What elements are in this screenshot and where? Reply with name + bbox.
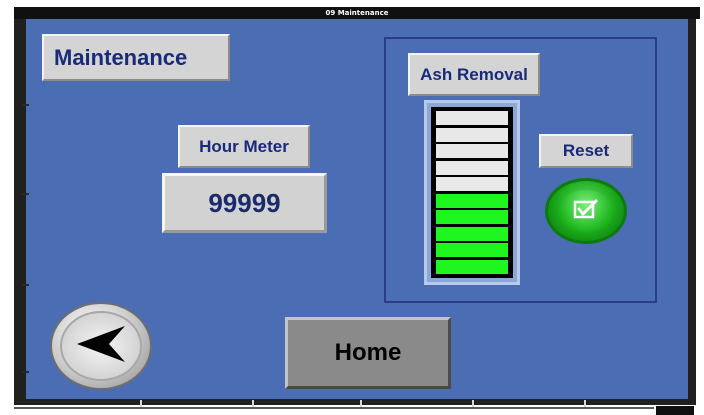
gauge-segment-filled bbox=[436, 243, 508, 258]
arrow-left-icon bbox=[73, 322, 129, 371]
back-button[interactable] bbox=[50, 302, 152, 390]
gauge-segment-filled bbox=[436, 259, 508, 274]
ash-removal-label: Ash Removal bbox=[408, 53, 540, 96]
gauge-segment-empty bbox=[436, 111, 508, 125]
gauge-segment-empty bbox=[436, 127, 508, 142]
side-tick bbox=[22, 371, 29, 373]
side-tick bbox=[22, 284, 29, 286]
hour-meter-label: Hour Meter bbox=[178, 125, 310, 168]
side-tick bbox=[22, 193, 29, 195]
checkbox-check-icon bbox=[573, 198, 599, 225]
side-tick bbox=[22, 104, 29, 106]
gauge-segment-empty bbox=[436, 144, 508, 159]
ash-level-bar bbox=[431, 107, 513, 278]
gauge-segment-empty bbox=[436, 177, 508, 192]
reset-button[interactable] bbox=[545, 178, 627, 244]
gauge-segment-filled bbox=[436, 193, 508, 208]
gauge-segment-empty bbox=[436, 160, 508, 175]
corner-block bbox=[656, 406, 694, 415]
page-title: Maintenance bbox=[42, 34, 230, 81]
window-title: 09 Maintenance bbox=[14, 7, 700, 19]
gauge-segment-filled bbox=[436, 210, 508, 225]
back-button-face[interactable] bbox=[60, 311, 142, 381]
reset-label: Reset bbox=[539, 134, 633, 168]
hmi-window: 09 Maintenance Maintenance Hour Meter 99… bbox=[0, 0, 704, 415]
home-button[interactable]: Home bbox=[285, 317, 451, 389]
bottom-rule bbox=[14, 407, 654, 409]
hour-meter-value: 99999 bbox=[162, 173, 327, 233]
gauge-segment-filled bbox=[436, 226, 508, 241]
ash-level-gauge bbox=[424, 100, 520, 285]
reset-button-face[interactable] bbox=[559, 190, 613, 232]
